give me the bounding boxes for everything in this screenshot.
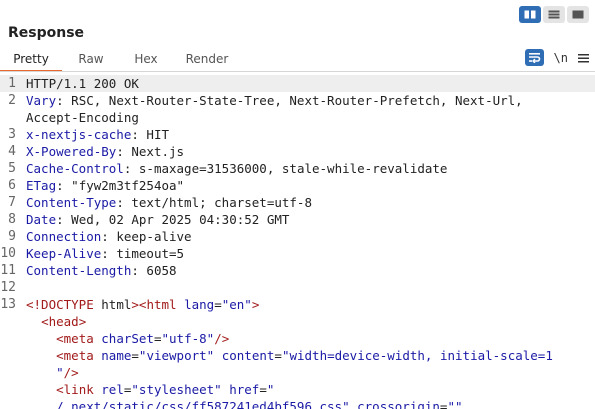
status-line: HTTP/1.1 200 OK (26, 76, 139, 91)
header-name: x-nextjs-cache (26, 127, 132, 142)
menu-button[interactable] (578, 53, 589, 63)
line-number: 10 (0, 246, 16, 261)
line-number: 6 (8, 178, 16, 193)
code-line-wrapped: <meta name="viewport" content="width=dev… (56, 348, 553, 363)
line-number: 11 (0, 263, 16, 278)
header-name: X-Powered-By (26, 144, 117, 159)
header-value: HIT (138, 127, 169, 142)
tab-pretty[interactable]: Pretty (0, 50, 62, 72)
header-value: s-maxage=31536000, stale-while-revalidat… (131, 161, 448, 176)
header-value-cont: Accept-Encoding (26, 110, 139, 125)
header-name: ETag (26, 178, 57, 193)
code-line: 9 Connection: keep-alive (0, 228, 595, 245)
code-line: 13 <!DOCTYPE html><html lang="en"> (0, 297, 260, 312)
code-line-wrapped: Accept-Encoding (0, 109, 595, 126)
header-value: 6058 (138, 263, 177, 278)
header-name: Vary (26, 93, 57, 108)
show-newlines-button[interactable]: \n (554, 51, 568, 65)
header-name: Content-Length (26, 263, 132, 278)
line-number: 2 (8, 93, 16, 108)
header-name: Cache-Control (26, 161, 124, 176)
head-tag: head (48, 314, 79, 329)
code-line: 7 Content-Type: text/html; charset=utf-8 (0, 194, 595, 211)
header-value: "fyw2m3tf254oa" (63, 178, 185, 193)
line-number: 1 (8, 76, 16, 91)
code-line: 8 Date: Wed, 02 Apr 2025 04:30:52 GMT (0, 211, 595, 228)
code-line-wrapped: <link rel="stylesheet" href=" (56, 382, 275, 397)
header-name: Keep-Alive (26, 246, 102, 261)
code-line: 4 X-Powered-By: Next.js (0, 143, 595, 160)
line-number: 12 (0, 280, 16, 295)
tab-bar: Pretty Raw Hex Render (0, 50, 242, 72)
layout-single-button[interactable] (567, 6, 589, 23)
code-line-wrapped: "/> (56, 365, 79, 380)
split-vertical-icon (524, 10, 536, 19)
line-number: 5 (8, 161, 16, 176)
header-value: text/html; charset=utf-8 (123, 195, 312, 210)
tab-raw[interactable]: Raw (62, 50, 120, 72)
single-pane-icon (572, 10, 584, 19)
line-number: 3 (8, 127, 16, 142)
code-line: 1 HTTP/1.1 200 OK (0, 75, 595, 92)
code-line-wrapped: <head> (41, 314, 87, 329)
word-wrap-button[interactable] (524, 49, 544, 66)
editor-tools: \n (524, 49, 589, 66)
layout-split-vertical-button[interactable] (519, 6, 541, 23)
doctype: !DOCTYPE (33, 297, 94, 312)
tab-render[interactable]: Render (172, 50, 242, 72)
meta-tag: meta (63, 331, 94, 346)
code-line: 5 Cache-Control: s-maxage=31536000, stal… (0, 160, 595, 177)
header-name: Date (26, 212, 57, 227)
header-value: RSC, Next-Router-State-Tree, Next-Router… (63, 93, 523, 108)
code-line: 10 Keep-Alive: timeout=5 (0, 246, 185, 261)
html-tag: html (146, 297, 177, 312)
code-line: 11 Content-Length: 6058 (0, 263, 177, 278)
panel-title: Response (8, 25, 85, 41)
code-line: 6 ETag: "fyw2m3tf254oa" (0, 177, 595, 194)
line-number: 4 (8, 144, 16, 159)
meta-tag: meta (63, 348, 94, 363)
line-number: 8 (8, 212, 16, 227)
header-name: Connection (26, 229, 102, 244)
header-value: Wed, 02 Apr 2025 04:30:52 GMT (63, 212, 290, 227)
header-value: Next.js (123, 144, 185, 159)
code-line: 2 Vary: RSC, Next-Router-State-Tree, Nex… (0, 92, 595, 109)
line-number: 7 (8, 195, 16, 210)
split-horizontal-icon (548, 10, 560, 19)
response-editor[interactable]: 1 HTTP/1.1 200 OK 2 Vary: RSC, Next-Rout… (0, 75, 595, 409)
tab-divider (0, 71, 595, 72)
code-line-wrapped: /_next/static/css/ff587241ed4bf596.css" … (56, 399, 463, 409)
header-name: Content-Type (26, 195, 117, 210)
line-number: 13 (0, 297, 16, 312)
code-line-wrapped: <meta charSet="utf-8"/> (56, 331, 230, 346)
code-line: 3 x-nextjs-cache: HIT (0, 126, 595, 143)
layout-split-horizontal-button[interactable] (543, 6, 565, 23)
tab-hex[interactable]: Hex (120, 50, 172, 72)
header-value: keep-alive (108, 229, 192, 244)
link-tag: link (63, 382, 94, 397)
header-value: timeout=5 (108, 246, 185, 261)
word-wrap-icon (528, 53, 540, 63)
layout-toggle (519, 6, 589, 23)
line-number: 9 (8, 229, 16, 244)
code-line: 12 (0, 279, 595, 296)
hamburger-menu-icon (578, 53, 589, 62)
